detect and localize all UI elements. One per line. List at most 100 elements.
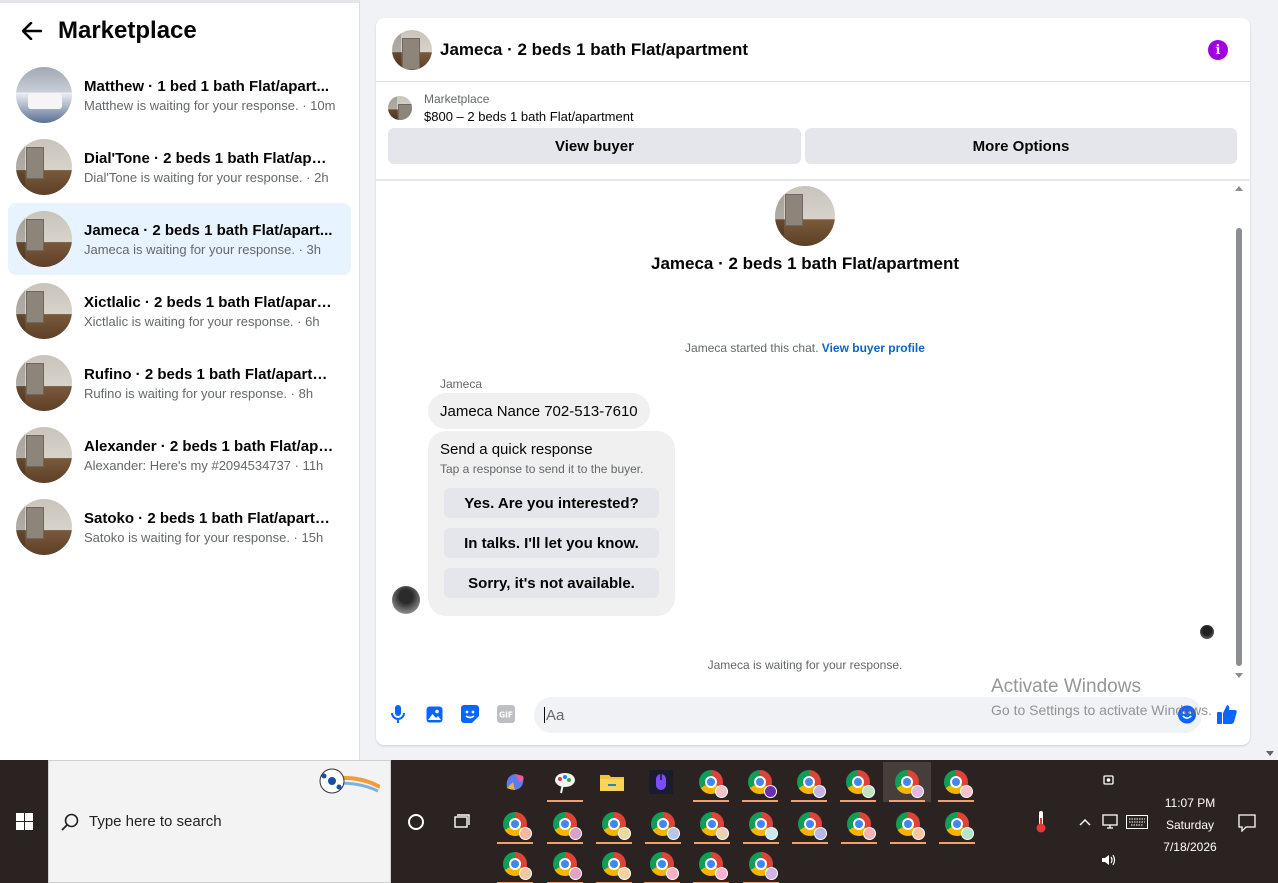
file-explorer-icon[interactable] <box>588 762 636 802</box>
conversation-list: Matthew · 1 bed 1 bath Flat/apart... Matt… <box>0 59 359 563</box>
quick-response-not-available-button[interactable]: Sorry, it's not available. <box>444 568 659 598</box>
chrome-profile-icon[interactable] <box>491 804 539 844</box>
sticker-icon[interactable] <box>461 705 479 723</box>
chat-header-avatar[interactable] <box>392 29 432 70</box>
scroll-down-arrow-icon[interactable] <box>1235 673 1243 678</box>
chrome-profile-icon[interactable] <box>687 844 735 883</box>
more-options-button[interactable]: More Options <box>805 128 1237 164</box>
seen-receipt-avatar <box>1200 625 1214 639</box>
quick-response-title: Send a quick response <box>440 441 593 458</box>
conversation-item[interactable]: Rufino · 2 beds 1 bath Flat/apartm... Ruf… <box>8 347 351 419</box>
intro-avatar <box>775 186 835 246</box>
taskbar-search-box[interactable]: Type here to search <box>48 760 391 883</box>
chrome-profile-icon-active[interactable] <box>883 762 931 802</box>
running-indicator <box>938 800 974 802</box>
conversation-item[interactable]: Xictlalic · 2 beds 1 bath Flat/apart... X… <box>8 275 351 347</box>
chat-scrollbar[interactable] <box>1234 183 1244 678</box>
network-icon[interactable] <box>1102 814 1120 830</box>
scrollbar-thumb[interactable] <box>1236 228 1242 666</box>
listing-thumbnail[interactable] <box>388 96 412 120</box>
chat-started-notice: Jameca started this chat. View buyer pro… <box>376 341 1234 355</box>
conversation-status: Satoko is waiting for your response. · 1… <box>84 529 324 545</box>
sidebar-header: Marketplace <box>0 3 359 59</box>
conversation-item[interactable]: Matthew · 1 bed 1 bath Flat/apart... Matt… <box>8 59 351 131</box>
notification-icon[interactable] <box>1238 814 1256 832</box>
chrome-profile-icon[interactable] <box>884 804 932 844</box>
started-text: Jameca started this chat. <box>685 341 819 355</box>
thumbs-up-icon[interactable] <box>1216 703 1238 725</box>
page-scroll-down-icon[interactable] <box>1266 751 1274 756</box>
page-scrollbar[interactable] <box>1262 0 1278 760</box>
quick-response-in-talks-button[interactable]: In talks. I'll let you know. <box>444 528 659 558</box>
chrome-profile-icon[interactable] <box>737 844 785 883</box>
paint-app-icon[interactable] <box>541 762 589 802</box>
listing-avatar <box>16 211 72 267</box>
chevron-up-icon[interactable] <box>1079 818 1091 826</box>
chrome-profile-icon[interactable] <box>639 804 687 844</box>
chrome-profile-icon[interactable] <box>638 844 686 883</box>
clock-day: Saturday <box>1165 818 1215 832</box>
chrome-profile-icon[interactable] <box>541 844 589 883</box>
listing-price: $800 – 2 beds 1 bath Flat/apartment <box>424 109 634 124</box>
chrome-profile-icon[interactable] <box>736 762 784 802</box>
running-indicator <box>841 842 877 844</box>
chat-title[interactable]: Jameca · 2 beds 1 bath Flat/apartment <box>440 40 748 60</box>
copilot-app-icon[interactable] <box>491 762 539 802</box>
chrome-profile-icon[interactable] <box>786 804 834 844</box>
conversation-item[interactable]: Dial'Tone · 2 beds 1 bath Flat/apart... D… <box>8 131 351 203</box>
gif-icon[interactable]: GIF <box>497 705 515 723</box>
photo-icon[interactable] <box>425 705 443 723</box>
conversation-name: Satoko · 2 beds 1 bath Flat/apartm... <box>84 509 334 527</box>
task-view-icon[interactable] <box>454 814 472 830</box>
listing-actions: View buyer More Options <box>376 124 1250 164</box>
temperature-icon[interactable] <box>1034 810 1048 834</box>
chrome-profile-icon[interactable] <box>785 762 833 802</box>
cortana-icon[interactable] <box>408 814 424 830</box>
mouse-app-icon[interactable] <box>637 762 685 802</box>
sender-avatar[interactable] <box>392 586 420 614</box>
taskbar-clock[interactable]: 11:07 PM Saturday 7/18/2026 <box>1148 792 1232 858</box>
view-buyer-profile-link[interactable]: View buyer profile <box>822 341 925 355</box>
chrome-profile-icon[interactable] <box>933 804 981 844</box>
quick-response-yes-button[interactable]: Yes. Are you interested? <box>444 488 659 518</box>
chrome-profile-icon[interactable] <box>590 804 638 844</box>
view-buyer-button[interactable]: View buyer <box>388 128 801 164</box>
keyboard-icon[interactable] <box>1126 815 1148 829</box>
soccer-ball-icon <box>319 768 380 794</box>
running-indicator <box>742 800 778 802</box>
info-icon[interactable]: i <box>1208 40 1228 60</box>
chrome-profile-icon[interactable] <box>491 844 539 883</box>
conversation-sidebar: Marketplace Matthew · 1 bed 1 bath Flat/… <box>0 0 360 760</box>
conversation-status: Rufino is waiting for your response. · 8… <box>84 385 314 401</box>
chrome-profile-icon[interactable] <box>590 844 638 883</box>
waiting-notice: Jameca is waiting for your response. <box>707 658 903 672</box>
listing-avatar <box>16 283 72 339</box>
conversation-item[interactable]: Alexander · 2 beds 1 bath Flat/apa... Ale… <box>8 419 351 491</box>
listing-label: Marketplace <box>424 92 490 106</box>
conversation-item-active[interactable]: Jameca · 2 beds 1 bath Flat/apart... Jame… <box>8 203 351 275</box>
meet-now-icon[interactable] <box>1102 772 1116 788</box>
search-icon <box>61 813 79 831</box>
chrome-profile-icon[interactable] <box>541 804 589 844</box>
conversation-status: Dial'Tone is waiting for your response. … <box>84 169 329 185</box>
volume-icon[interactable] <box>1101 853 1117 867</box>
emoji-icon[interactable] <box>1178 705 1196 723</box>
listing-summary: Marketplace $800 – 2 beds 1 bath Flat/ap… <box>376 82 1250 124</box>
conversation-item[interactable]: Satoko · 2 beds 1 bath Flat/apartm... Sat… <box>8 491 351 563</box>
chrome-profile-icon[interactable] <box>737 804 785 844</box>
listing-avatar <box>16 355 72 411</box>
windows-start-icon[interactable] <box>0 760 48 883</box>
conversation-name: Dial'Tone · 2 beds 1 bath Flat/apart... <box>84 149 334 167</box>
chrome-profile-icon[interactable] <box>932 762 980 802</box>
listing-avatar <box>16 427 72 483</box>
message-input[interactable]: Aa <box>534 697 1202 733</box>
conversation-name: Alexander · 2 beds 1 bath Flat/apa... <box>84 437 334 455</box>
chrome-profile-icon[interactable] <box>688 804 736 844</box>
back-arrow-icon[interactable] <box>20 19 44 43</box>
chrome-profile-icon[interactable] <box>835 804 883 844</box>
scroll-up-arrow-icon[interactable] <box>1235 186 1243 191</box>
chrome-profile-icon[interactable] <box>834 762 882 802</box>
chrome-profile-icon[interactable] <box>687 762 735 802</box>
microphone-icon[interactable] <box>389 705 407 723</box>
sidebar-title: Marketplace <box>58 17 197 44</box>
